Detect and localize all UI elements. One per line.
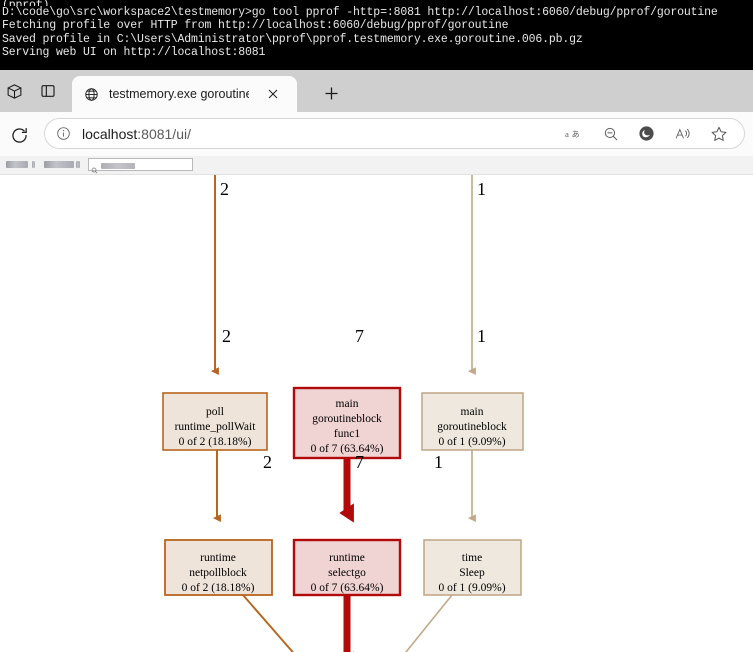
- node-line: netpollblock: [189, 567, 247, 579]
- zoom-out-icon[interactable]: [601, 124, 620, 143]
- terminal-line: Serving web UI on http://localhost:8081: [2, 45, 266, 59]
- info-icon[interactable]: [55, 125, 72, 142]
- graph-node-goroutineblock-func1[interactable]: main goroutineblock func1 0 of 7 (63.64%…: [292, 386, 402, 460]
- globe-icon: [82, 85, 100, 103]
- edge-label: 2: [263, 452, 272, 472]
- node-line: runtime: [329, 552, 365, 564]
- graph-node-timesleep[interactable]: time Sleep 0 of 1 (9.09%): [423, 539, 522, 596]
- node-line: func1: [334, 428, 360, 440]
- node-line: 0 of 7 (63.64%): [311, 582, 384, 594]
- svg-text:a: a: [565, 128, 569, 138]
- call-graph: 2 1 poll runtime_pollWait 0 of 2 (18.18%…: [0, 175, 753, 652]
- node-line: 0 of 1 (9.09%): [438, 436, 505, 448]
- favorite-star-icon[interactable]: [709, 124, 728, 143]
- omnibox-actions: a あ: [565, 124, 744, 143]
- terminal-line: Saved profile in C:\Users\Administrator\…: [2, 32, 583, 46]
- url-path: :8081/ui/: [137, 125, 191, 142]
- svg-text:あ: あ: [572, 129, 580, 138]
- node-line: poll: [206, 406, 224, 418]
- node-line: runtime: [200, 552, 236, 564]
- graph-node-pollwait[interactable]: poll runtime_pollWait 0 of 2 (18.18%): [162, 392, 268, 451]
- edge-label: 2: [220, 179, 229, 199]
- node-line: 0 of 2 (18.18%): [179, 436, 252, 448]
- browser-toolbar: localhost:8081/ui/ a あ: [0, 112, 753, 156]
- pprof-menubar: [0, 156, 753, 175]
- node-line: 0 of 2 (18.18%): [182, 582, 255, 594]
- pprof-page: 2 1 poll runtime_pollWait 0 of 2 (18.18%…: [0, 156, 753, 652]
- browser-window: testmemory.exe goroutine localhost:8081/…: [0, 70, 753, 652]
- edge-label: 2: [222, 326, 231, 346]
- edge-label: 1: [434, 452, 443, 472]
- address-bar[interactable]: localhost:8081/ui/ a あ: [44, 118, 745, 149]
- search-icon: [91, 161, 98, 174]
- edge-label: 1: [477, 326, 486, 346]
- close-icon[interactable]: [265, 86, 281, 102]
- node-line: runtime_pollWait: [175, 421, 257, 433]
- pprof-menu-refine-caret[interactable]: [76, 161, 80, 168]
- pprof-menu-refine[interactable]: [44, 161, 74, 168]
- edge-copilot-icon[interactable]: [637, 124, 656, 143]
- pprof-menu-view[interactable]: [6, 161, 28, 168]
- node-line: selectgo: [328, 567, 366, 579]
- graph-node-goroutineblock[interactable]: main goroutineblock 0 of 1 (9.09%): [421, 392, 524, 451]
- translate-icon[interactable]: a あ: [565, 124, 584, 143]
- reload-icon[interactable]: [5, 121, 33, 149]
- node-line: main: [336, 398, 359, 410]
- search-input[interactable]: [88, 158, 193, 174]
- tab-strip: testmemory.exe goroutine: [0, 70, 753, 112]
- browser-tab[interactable]: testmemory.exe goroutine: [72, 76, 297, 112]
- edge-label: 1: [477, 179, 486, 199]
- node-line: main: [461, 406, 484, 418]
- read-aloud-icon[interactable]: [673, 124, 692, 143]
- edge-label: 7: [355, 326, 364, 346]
- terminal-console: (pprof) D:\code\go\src\workspace2\testme…: [0, 0, 753, 70]
- pprof-menu-view-caret[interactable]: [32, 161, 35, 168]
- terminal-line: D:\code\go\src\workspace2\testmemory>go …: [2, 6, 718, 19]
- tab-search-icon[interactable]: [4, 81, 24, 101]
- url-host: localhost: [82, 125, 138, 142]
- terminal-line: Fetching profile over HTTP from http://l…: [2, 19, 509, 33]
- node-line: time: [462, 552, 482, 564]
- node-line: 0 of 7 (63.64%): [311, 443, 384, 455]
- graph-node-netpollblock[interactable]: runtime netpollblock 0 of 2 (18.18%): [164, 539, 273, 596]
- node-line: goroutineblock: [437, 421, 507, 433]
- split-screen-icon[interactable]: [38, 81, 58, 101]
- tab-title: testmemory.exe goroutine: [109, 87, 249, 101]
- search-placeholder: [101, 163, 135, 169]
- new-tab-button[interactable]: [320, 82, 342, 104]
- node-line: 0 of 1 (9.09%): [438, 582, 505, 594]
- edge-label: 7: [355, 452, 364, 472]
- url-text: localhost:8081/ui/: [82, 126, 191, 142]
- graph-node-selectgo[interactable]: runtime selectgo 0 of 7 (63.64%): [292, 538, 402, 597]
- node-line: Sleep: [459, 567, 485, 579]
- node-line: goroutineblock: [312, 413, 382, 425]
